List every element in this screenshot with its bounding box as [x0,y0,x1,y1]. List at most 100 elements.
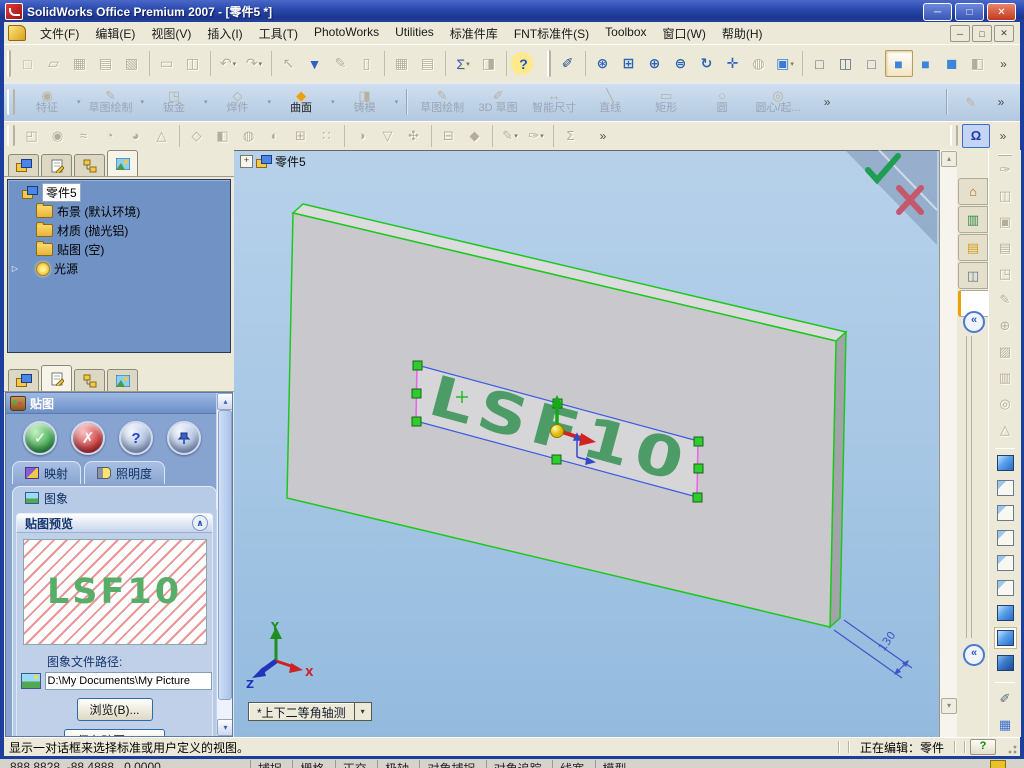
redo-icon[interactable]: ↷ ▾ [241,51,267,76]
revision-symbol-icon[interactable]: △ [994,420,1016,440]
view-trimetric-icon[interactable] [994,628,1016,648]
shaded-with-edges-icon[interactable]: ■ [885,50,913,77]
selection-filter-icon[interactable]: ▼ [302,51,328,76]
lofted-boss-icon[interactable]: ◕ [123,125,149,147]
hidden-lines-visible-icon[interactable]: ◫ [833,51,859,76]
zoom-to-selection-icon[interactable]: ⊜ [668,51,694,76]
task-pane-splitter[interactable] [966,336,972,638]
menu-item[interactable]: 插入(I) [199,23,250,44]
view-left-icon[interactable] [996,505,1014,521]
normal-to-icon[interactable]: ✐ [994,689,1016,709]
balloon-icon[interactable]: ✑ [994,160,1016,180]
save-icon[interactable]: ▦ [67,51,93,76]
maximize-button[interactable]: □ [955,3,984,21]
sketch-flyout-button[interactable]: ✎ [954,85,988,119]
design-table-icon[interactable]: ▦ [384,51,415,76]
resize-grip[interactable] [1004,741,1018,755]
task-pane-scroll-strip[interactable]: ▴ ▾ [939,150,959,737]
status-toggle-button[interactable]: 栅格 [292,760,331,768]
toolbar-grip[interactable] [950,125,958,146]
file-explorer-tab[interactable]: ▤ [958,234,988,261]
help-icon[interactable]: ? [506,51,537,76]
features-tail-chevron[interactable]: » [990,125,1016,147]
sketch-icon[interactable]: ◰ [19,125,45,147]
property-manager-tab[interactable] [41,154,72,176]
open-icon[interactable]: ▱ [41,51,67,76]
tree-item[interactable]: 贴图 (空) [8,240,230,259]
view-right-icon[interactable] [996,530,1014,546]
surfaces-command[interactable]: ◆ 曲面 [273,85,329,119]
solidworks-resources-tab[interactable]: ⌂ [958,178,988,205]
document-menu-icon[interactable] [8,25,26,41]
sketch-3d-button[interactable]: ✐ 3D 草图 [470,85,526,119]
render-manager-tab[interactable] [107,150,138,176]
status-toggle-button[interactable]: 对象追踪 [485,760,549,768]
minimize-button[interactable]: ─ [923,3,952,21]
status-toggle-button[interactable]: 捕捉 [250,760,289,768]
decal-handle[interactable] [412,360,423,371]
view-front-icon[interactable] [996,455,1014,471]
hatch-icon[interactable]: ▨ [994,342,1016,362]
curves-icon[interactable]: Σ [553,124,584,147]
status-toggle-button[interactable]: 极轴 [377,760,416,768]
mdi-restore-button[interactable]: □ [972,25,992,42]
scroll-up-icon[interactable]: ▴ [941,151,957,167]
draft-icon[interactable]: ▽ [375,125,401,147]
menu-item[interactable]: PhotoWorks [306,23,387,44]
tree-item[interactable]: 布景 (默认环境) [8,202,230,221]
sketch-button[interactable]: ✎ 草图绘制 [414,85,470,119]
sketch-curve-icon[interactable]: ✎ [328,51,354,76]
view-orientation-button[interactable]: *上下二等角轴测 ▾ [248,702,372,721]
toolbar-grip[interactable] [547,49,551,78]
quick-tips-help-button[interactable]: ? [970,739,996,755]
appearance-icon[interactable]: ▯ [354,51,380,76]
decal-handle[interactable] [693,436,704,447]
menu-item[interactable]: 工具(T) [251,23,306,44]
close-button[interactable]: ✕ [987,3,1016,21]
sheet-metal-command[interactable]: ◳ 钣金 [146,85,202,119]
view-top-icon[interactable] [996,555,1014,571]
tab-image[interactable]: 图象 [12,486,217,509]
measure-icon[interactable]: Σ ▾ [445,51,476,76]
line-button[interactable]: ╲ 直线 [582,85,638,119]
weld-symbol-icon[interactable]: ◳ [994,264,1016,284]
status-toggle-button[interactable]: 模型 [594,760,634,768]
fnt-standard-icon[interactable]: Ω [962,123,990,148]
zoom-in-out-icon[interactable]: ⊕ [642,51,668,76]
view-bottom-icon[interactable] [996,580,1014,596]
weldments-command[interactable]: ◇ 焊件 [210,85,266,119]
task-pane-collapse-button[interactable]: « [963,311,985,333]
shell-icon[interactable]: ◑ [344,124,375,147]
view-more-chevron[interactable]: » [991,51,1017,76]
circle-button[interactable]: ○ 圆 [694,85,750,119]
title-bar[interactable]: SolidWorks Office Premium 2007 - [零件5 *]… [0,0,1024,22]
features-command[interactable]: ◉ 特征 [19,85,75,119]
thickness-dimension[interactable]: 130 [833,619,913,679]
collapse-chevron-icon[interactable]: ∧ [192,515,208,531]
scrollbar-thumb[interactable] [218,410,232,700]
menu-item[interactable]: Toolbox [597,23,654,44]
menu-item[interactable]: Utilities [387,23,442,44]
decal-handle[interactable] [411,388,422,399]
tab-illumination[interactable]: 照明度 [84,461,166,484]
make-drawing-icon[interactable]: ▤ [93,51,119,76]
cancel-button[interactable]: ✗ [71,421,105,455]
menu-item[interactable]: 文件(F) [32,23,87,44]
extruded-boss-icon[interactable]: ◉ [45,125,71,147]
smart-dimension-button[interactable]: ↔ 智能尺寸 [526,85,582,119]
menu-item[interactable]: 视图(V) [143,23,199,44]
tree-root[interactable]: 零件5 [8,183,230,202]
status-toggle-button[interactable]: 线宽 [552,760,591,768]
view-orientation-dropdown-icon[interactable]: ▾ [354,702,372,721]
rotate-about-scene-icon[interactable]: ◍ [746,51,772,76]
linear-pattern-icon[interactable]: ⊟ [431,124,462,147]
menu-item[interactable]: 编辑(E) [87,23,143,44]
swept-boss-icon[interactable]: ◔ [97,125,123,147]
features-more-chevron[interactable]: » [590,125,616,147]
shadows-icon[interactable]: ◼ [939,51,965,76]
centerpoint-arc-button[interactable]: ◎ 圆心/起... [750,85,806,119]
fillet-icon[interactable]: ◐ [262,125,288,147]
tree-expander[interactable]: ▷ [8,264,22,273]
toolbar-grip[interactable] [7,88,15,116]
command-more-chevron[interactable]: » [814,90,840,115]
